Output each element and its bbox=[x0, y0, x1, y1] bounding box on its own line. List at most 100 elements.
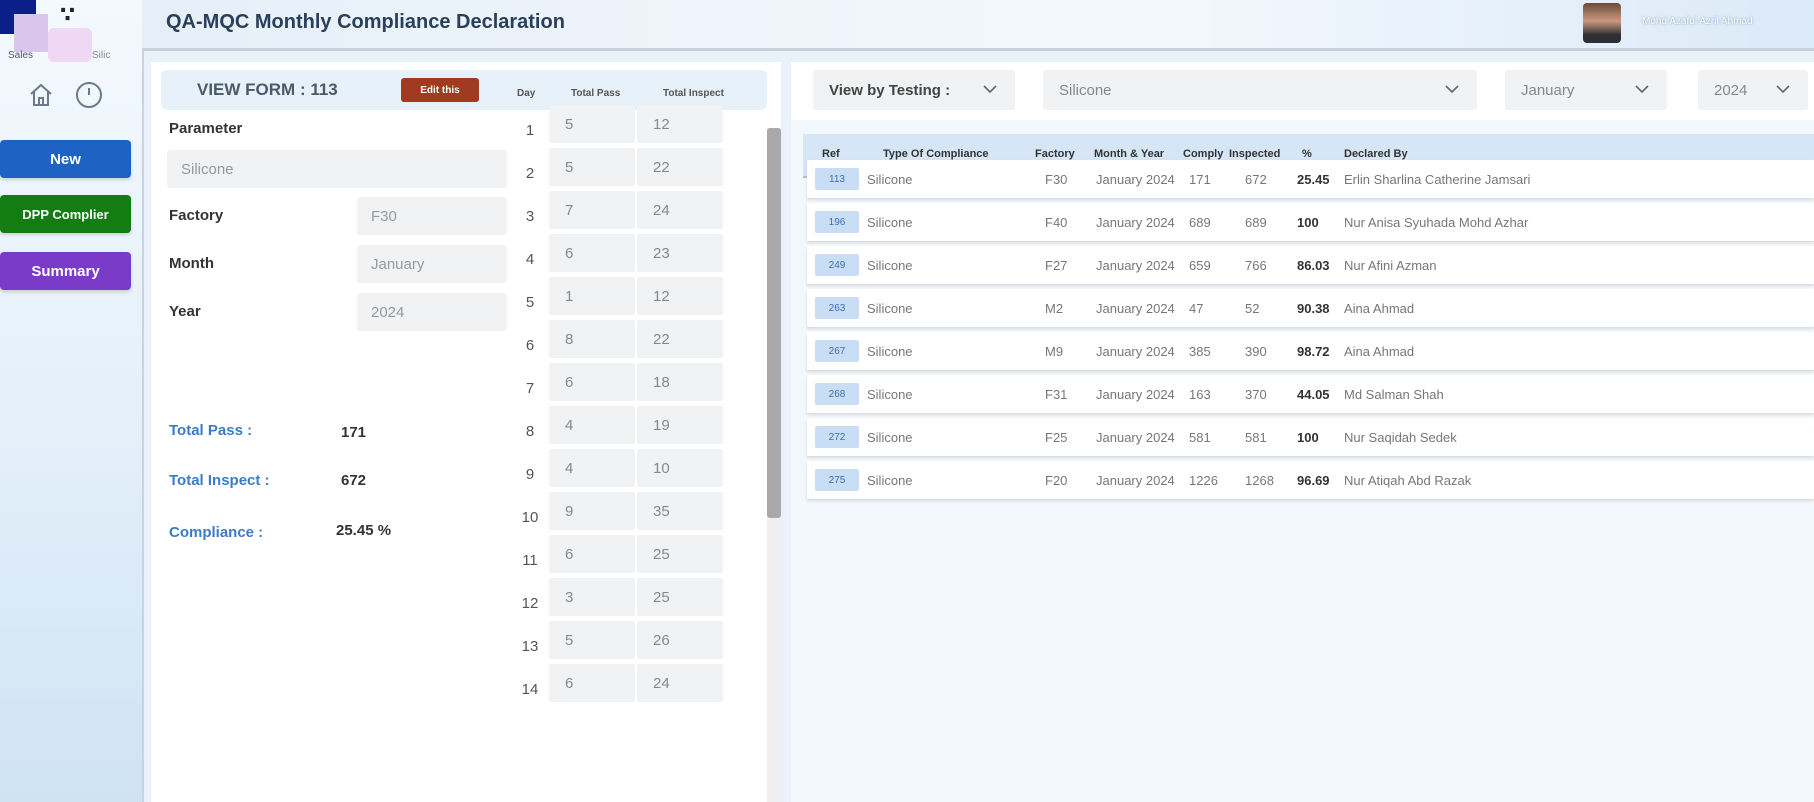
compliance-value: 25.45 % bbox=[336, 522, 392, 539]
table-row[interactable]: 249 Silicone F27 January 2024 659 766 86.03 Nur… bbox=[807, 246, 1814, 284]
ref-badge[interactable]: 268 bbox=[815, 383, 859, 405]
edit-button[interactable]: Edit this bbox=[401, 78, 479, 102]
table-row[interactable]: 263 Silicone M2 January 2024 47 52 90.38 Aina A… bbox=[807, 289, 1814, 327]
total-pass-cell[interactable]: 5 bbox=[549, 148, 635, 186]
col-header-total-pass: Total Pass bbox=[571, 88, 621, 99]
cell-month-year: January 2024 bbox=[1096, 473, 1175, 488]
total-inspect-cell[interactable]: 18 bbox=[637, 363, 723, 401]
cell-percent: 100 bbox=[1297, 430, 1319, 445]
user-avatar[interactable] bbox=[1583, 3, 1621, 43]
cell-factory: F25 bbox=[1045, 430, 1068, 445]
factory-field[interactable]: F30 bbox=[357, 197, 507, 235]
total-inspect-cell[interactable]: 23 bbox=[637, 234, 723, 272]
total-inspect-cell[interactable]: 10 bbox=[637, 449, 723, 487]
parameter-dropdown[interactable]: Silicone bbox=[1043, 70, 1477, 110]
cell-type: Silicone bbox=[867, 215, 913, 230]
month-dropdown-value: January bbox=[1521, 81, 1575, 99]
ref-badge[interactable]: 249 bbox=[815, 254, 859, 276]
total-inspect-cell[interactable]: 19 bbox=[637, 406, 723, 444]
cell-month-year: January 2024 bbox=[1096, 344, 1175, 359]
header-declared-by: Declared By bbox=[1344, 148, 1408, 160]
parameter-field[interactable]: Silicone bbox=[167, 150, 507, 188]
cell-declared-by: Aina Ahmad bbox=[1344, 301, 1415, 316]
cell-percent: 96.69 bbox=[1297, 473, 1330, 488]
cell-factory: F27 bbox=[1045, 258, 1068, 273]
user-name: Mohd Azaful Azril Ahmad bbox=[1642, 16, 1753, 27]
total-pass-cell[interactable]: 5 bbox=[549, 105, 635, 143]
total-inspect-cell[interactable]: 12 bbox=[637, 105, 723, 143]
total-pass-cell[interactable]: 9 bbox=[549, 492, 635, 530]
total-inspect-cell[interactable]: 26 bbox=[637, 621, 723, 659]
year-field[interactable]: 2024 bbox=[357, 293, 507, 331]
ref-badge[interactable]: 272 bbox=[815, 426, 859, 448]
day-number: 2 bbox=[525, 165, 535, 182]
table-row[interactable]: 113 Silicone F30 January 2024 171 672 25.45 Erl… bbox=[807, 160, 1814, 198]
total-pass-cell[interactable]: 1 bbox=[549, 277, 635, 315]
view-by-dropdown[interactable]: View by Testing : bbox=[813, 70, 1015, 110]
total-pass-cell[interactable]: 6 bbox=[549, 535, 635, 573]
table-row[interactable]: 196 Silicone F40 January 2024 689 689 100 Nur A… bbox=[807, 203, 1814, 241]
year-dropdown[interactable]: 2024 bbox=[1698, 70, 1808, 110]
total-inspect-cell[interactable]: 22 bbox=[637, 148, 723, 186]
total-pass-cell[interactable]: 7 bbox=[549, 191, 635, 229]
cell-percent: 86.03 bbox=[1297, 258, 1330, 273]
chevron-down-icon bbox=[1776, 85, 1790, 94]
cell-inspected: 766 bbox=[1245, 258, 1267, 273]
day-number: 3 bbox=[525, 208, 535, 225]
total-pass-label: Total Pass : bbox=[169, 422, 253, 439]
chevron-down-icon bbox=[983, 85, 997, 94]
total-inspect-cell[interactable]: 24 bbox=[637, 664, 723, 702]
header-month-year: Month & Year bbox=[1094, 148, 1165, 160]
ref-badge[interactable]: 113 bbox=[815, 168, 859, 190]
page-title: QA-MQC Monthly Compliance Declaration bbox=[166, 11, 565, 33]
month-field[interactable]: January bbox=[357, 245, 507, 283]
total-inspect-cell[interactable]: 12 bbox=[637, 277, 723, 315]
total-pass-cell[interactable]: 5 bbox=[549, 621, 635, 659]
form-header: VIEW FORM : 113 Edit this Day Total Pass… bbox=[161, 70, 767, 110]
ref-badge[interactable]: 196 bbox=[815, 211, 859, 233]
table-row[interactable]: 275 Silicone F20 January 2024 1226 1268 96.69 N… bbox=[807, 461, 1814, 499]
cell-declared-by: Aina Ahmad bbox=[1344, 344, 1415, 359]
total-pass-cell[interactable]: 6 bbox=[549, 664, 635, 702]
total-inspect-cell[interactable]: 24 bbox=[637, 191, 723, 229]
total-inspect-cell[interactable]: 35 bbox=[637, 492, 723, 530]
cell-month-year: January 2024 bbox=[1096, 258, 1175, 273]
total-pass-cell[interactable]: 6 bbox=[549, 234, 635, 272]
day-number: 9 bbox=[525, 466, 535, 483]
table-row[interactable]: 268 Silicone F31 January 2024 163 370 44.05 Md … bbox=[807, 375, 1814, 413]
total-inspect-cell[interactable]: 25 bbox=[637, 535, 723, 573]
cell-comply: 581 bbox=[1189, 430, 1211, 445]
day-number: 11 bbox=[522, 552, 538, 569]
ref-badge[interactable]: 267 bbox=[815, 340, 859, 362]
cell-factory: F40 bbox=[1045, 215, 1068, 230]
table-row[interactable]: 272 Silicone F25 January 2024 581 581 100 Nur S… bbox=[807, 418, 1814, 456]
home-icon[interactable] bbox=[26, 80, 56, 110]
new-button[interactable]: New bbox=[0, 140, 131, 178]
cell-declared-by: Nur Anisa Syuhada Mohd Azhar bbox=[1344, 215, 1529, 230]
total-pass-cell[interactable]: 3 bbox=[549, 578, 635, 616]
cell-comply: 659 bbox=[1189, 258, 1211, 273]
cell-inspected: 581 bbox=[1245, 430, 1267, 445]
cell-percent: 98.72 bbox=[1297, 344, 1330, 359]
day-number: 10 bbox=[521, 509, 539, 526]
dpp-complier-button[interactable]: DPP Complier bbox=[0, 195, 131, 233]
summary-button[interactable]: Summary bbox=[0, 252, 131, 290]
total-pass-cell[interactable]: 8 bbox=[549, 320, 635, 358]
cell-comply: 385 bbox=[1189, 344, 1211, 359]
table-row[interactable]: 267 Silicone M9 January 2024 385 390 98.72 Aina… bbox=[807, 332, 1814, 370]
total-pass-cell[interactable]: 4 bbox=[549, 449, 635, 487]
ref-badge[interactable]: 263 bbox=[815, 297, 859, 319]
ref-badge[interactable]: 275 bbox=[815, 469, 859, 491]
total-inspect-cell[interactable]: 25 bbox=[637, 578, 723, 616]
day-number: 1 bbox=[525, 122, 535, 139]
header-ref: Ref bbox=[822, 148, 840, 160]
app-logo: ∵ Sales Silic bbox=[0, 0, 128, 66]
day-number: 5 bbox=[525, 294, 535, 311]
form-scrollbar-thumb[interactable] bbox=[767, 128, 781, 518]
back-icon[interactable] bbox=[74, 80, 104, 110]
col-header-total-inspect: Total Inspect bbox=[663, 88, 724, 99]
total-inspect-cell[interactable]: 22 bbox=[637, 320, 723, 358]
total-pass-cell[interactable]: 4 bbox=[549, 406, 635, 444]
total-pass-cell[interactable]: 6 bbox=[549, 363, 635, 401]
month-dropdown[interactable]: January bbox=[1505, 70, 1667, 110]
